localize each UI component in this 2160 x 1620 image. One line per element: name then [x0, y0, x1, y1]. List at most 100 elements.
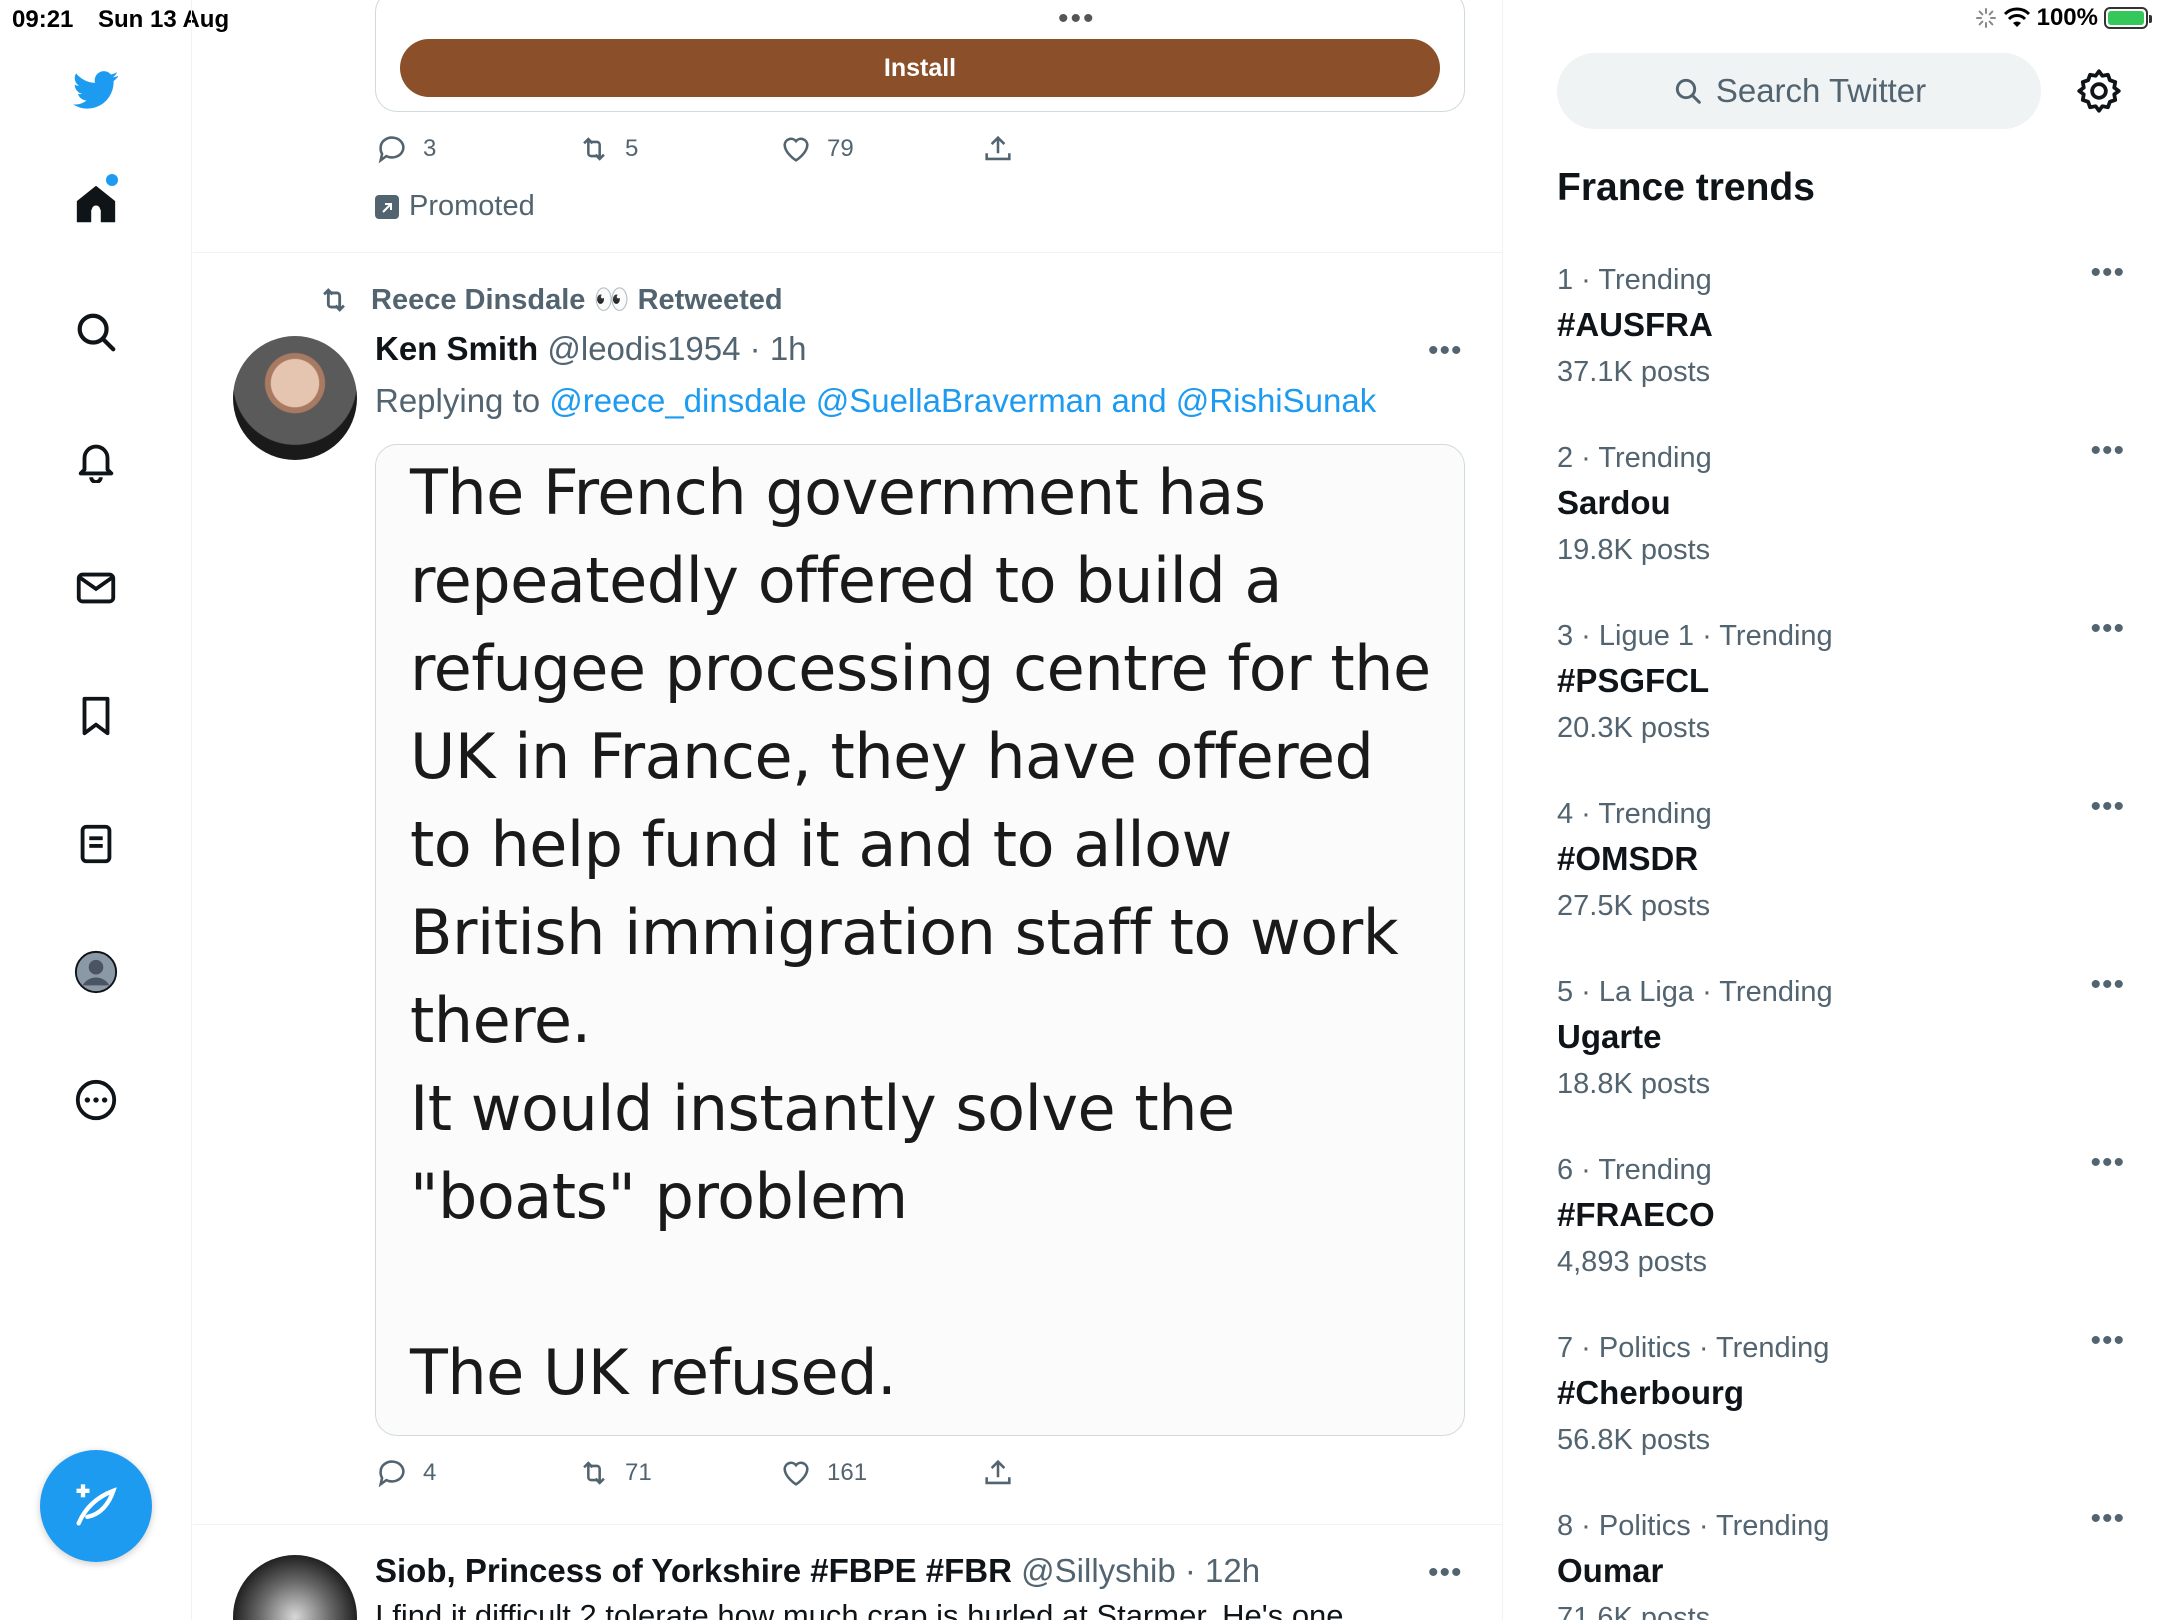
reply-icon [378, 136, 405, 164]
left-navigation [0, 0, 192, 1620]
twitter-logo-icon[interactable] [66, 60, 126, 120]
home-notification-dot [106, 174, 118, 186]
settings-gear-icon[interactable] [2074, 66, 2124, 116]
reply-button[interactable]: 3 [375, 132, 577, 166]
tweet-image[interactable]: The French government has repeatedly off… [375, 444, 1465, 1436]
tweet-body: I find it difficult 2 tolerate how much … [375, 1598, 1344, 1620]
share-button[interactable] [981, 132, 1183, 166]
like-count: 161 [827, 1459, 868, 1486]
trend-context: 4 · Trending [1557, 798, 1712, 830]
trend-item[interactable]: 3 · Ligue 1 · Trending #PSGFCL 20.3K pos… [1557, 612, 2137, 780]
promoted-card[interactable]: Install [375, 0, 1465, 112]
author-name[interactable]: Siob, Princess of Yorkshire #FBPE #FBR [375, 1552, 1012, 1589]
trend-context: 6 · Trending [1557, 1154, 1712, 1186]
avatar[interactable] [233, 1555, 357, 1620]
trend-more-icon[interactable]: ••• [2090, 256, 2125, 290]
trend-name: #PSGFCL [1557, 662, 1710, 699]
search-placeholder: Search Twitter [1715, 72, 1927, 109]
trend-posts: 20.3K posts [1557, 712, 1711, 744]
retweet-icon [583, 137, 605, 161]
replying-mentions[interactable]: @reece_dinsdale @SuellaBraverman and @Ri… [549, 382, 1376, 419]
notifications-bell-icon[interactable] [66, 430, 126, 490]
trend-item[interactable]: 5 · La Liga · Trending Ugarte 18.8K post… [1557, 968, 2137, 1136]
share-icon [985, 135, 1011, 161]
trend-name: Ugarte [1557, 1018, 1662, 1055]
author-name[interactable]: Ken Smith [375, 330, 538, 367]
timeline[interactable]: Install 3 5 79 Promoted Reece Dinsdale 👀… [193, 0, 1503, 1620]
retweet-count: 71 [625, 1459, 652, 1486]
replying-prefix: Replying to [375, 382, 550, 419]
trend-posts: 71.6K posts [1557, 1602, 1711, 1620]
trend-more-icon[interactable]: ••• [2090, 1146, 2125, 1180]
retweet-icon [583, 1461, 605, 1485]
messages-envelope-icon[interactable] [66, 558, 126, 618]
install-button[interactable]: Install [400, 39, 1440, 97]
tweet-image-text: The French government has repeatedly off… [410, 456, 1431, 1409]
trend-posts: 4,893 posts [1557, 1246, 1707, 1278]
promoted-label-row: Promoted [375, 190, 535, 223]
trend-name: #OMSDR [1557, 840, 1699, 877]
trend-more-icon[interactable]: ••• [2090, 968, 2125, 1002]
trends-title: France trends [1557, 166, 1815, 209]
trend-more-icon[interactable]: ••• [2090, 790, 2125, 824]
trend-context: 2 · Trending [1557, 442, 1712, 474]
trend-context: 1 · Trending [1557, 264, 1712, 296]
promoted-label: Promoted [409, 190, 535, 222]
tweet-header[interactable]: Siob, Princess of Yorkshire #FBPE #FBR @… [375, 1552, 1260, 1590]
trend-more-icon[interactable]: ••• [2090, 1502, 2125, 1536]
explore-search-icon[interactable] [66, 302, 126, 362]
author-handle-time: @Sillyshib · 12h [1021, 1552, 1261, 1589]
trend-name: #AUSFRA [1557, 306, 1713, 343]
trend-item[interactable]: 4 · Trending #OMSDR 27.5K posts ••• [1557, 790, 2137, 958]
search-icon [1675, 78, 1701, 104]
bookmarks-icon[interactable] [66, 686, 126, 746]
trend-more-icon[interactable]: ••• [2090, 1324, 2125, 1358]
like-button[interactable]: 79 [779, 132, 981, 166]
retweeted-by-row[interactable]: Reece Dinsdale 👀 Retweeted [315, 283, 783, 317]
trend-item[interactable]: 8 · Politics · Trending Oumar 71.6K post… [1557, 1502, 2137, 1620]
promo-action-bar: 3 5 79 [375, 132, 1183, 166]
trend-context: 7 · Politics · Trending [1557, 1332, 1830, 1364]
trend-name: #FRAECO [1557, 1196, 1715, 1233]
share-button[interactable] [981, 1456, 1183, 1490]
trend-item[interactable]: 2 · Trending Sardou 19.8K posts ••• [1557, 434, 2137, 602]
compose-feather-icon [76, 1484, 117, 1526]
tweet-divider [193, 1524, 1502, 1525]
tweet-more-icon[interactable]: ••• [1428, 1556, 1463, 1590]
tweet-header[interactable]: Ken Smith @leodis1954 · 1h [375, 330, 807, 368]
avatar[interactable] [233, 336, 357, 460]
trend-posts: 18.8K posts [1557, 1068, 1711, 1100]
trend-name: Sardou [1557, 484, 1671, 521]
retweet-button[interactable]: 5 [577, 132, 779, 166]
replying-to: Replying to @reece_dinsdale @SuellaBrave… [375, 382, 1376, 420]
trend-item[interactable]: 1 · Trending #AUSFRA 37.1K posts ••• [1557, 256, 2137, 424]
tweet-action-bar: 4 71 161 [375, 1456, 1183, 1490]
trend-more-icon[interactable]: ••• [2090, 612, 2125, 646]
trend-context: 8 · Politics · Trending [1557, 1510, 1830, 1542]
right-sidebar: Search Twitter France trends 1 · Trendin… [1504, 0, 2160, 1620]
share-icon [985, 1459, 1011, 1485]
profile-avatar-icon[interactable] [66, 942, 126, 1002]
tweet-more-icon[interactable]: ••• [1428, 334, 1463, 368]
compose-tweet-button[interactable] [40, 1450, 152, 1562]
trend-context: 3 · Ligue 1 · Trending [1557, 620, 1833, 652]
retweet-button[interactable]: 71 [577, 1456, 779, 1490]
lists-icon[interactable] [66, 814, 126, 874]
like-count: 79 [827, 135, 854, 162]
trend-context: 5 · La Liga · Trending [1557, 976, 1833, 1008]
heart-icon [783, 1461, 809, 1486]
reply-count: 3 [423, 135, 437, 162]
trend-item[interactable]: 7 · Politics · Trending #Cherbourg 56.8K… [1557, 1324, 2137, 1492]
trend-more-icon[interactable]: ••• [2090, 434, 2125, 468]
search-input[interactable]: Search Twitter [1557, 53, 2041, 129]
reply-button[interactable]: 4 [375, 1456, 577, 1490]
author-handle-time: @leodis1954 · 1h [547, 330, 807, 367]
more-options-icon[interactable] [66, 1070, 126, 1130]
reply-count: 4 [423, 1459, 437, 1486]
retweet-count: 5 [625, 135, 639, 162]
trend-item[interactable]: 6 · Trending #FRAECO 4,893 posts ••• [1557, 1146, 2137, 1314]
promoted-arrow-icon [375, 194, 399, 219]
reply-icon [378, 1460, 405, 1488]
like-button[interactable]: 161 [779, 1456, 981, 1490]
retweet-small-icon [323, 288, 345, 312]
